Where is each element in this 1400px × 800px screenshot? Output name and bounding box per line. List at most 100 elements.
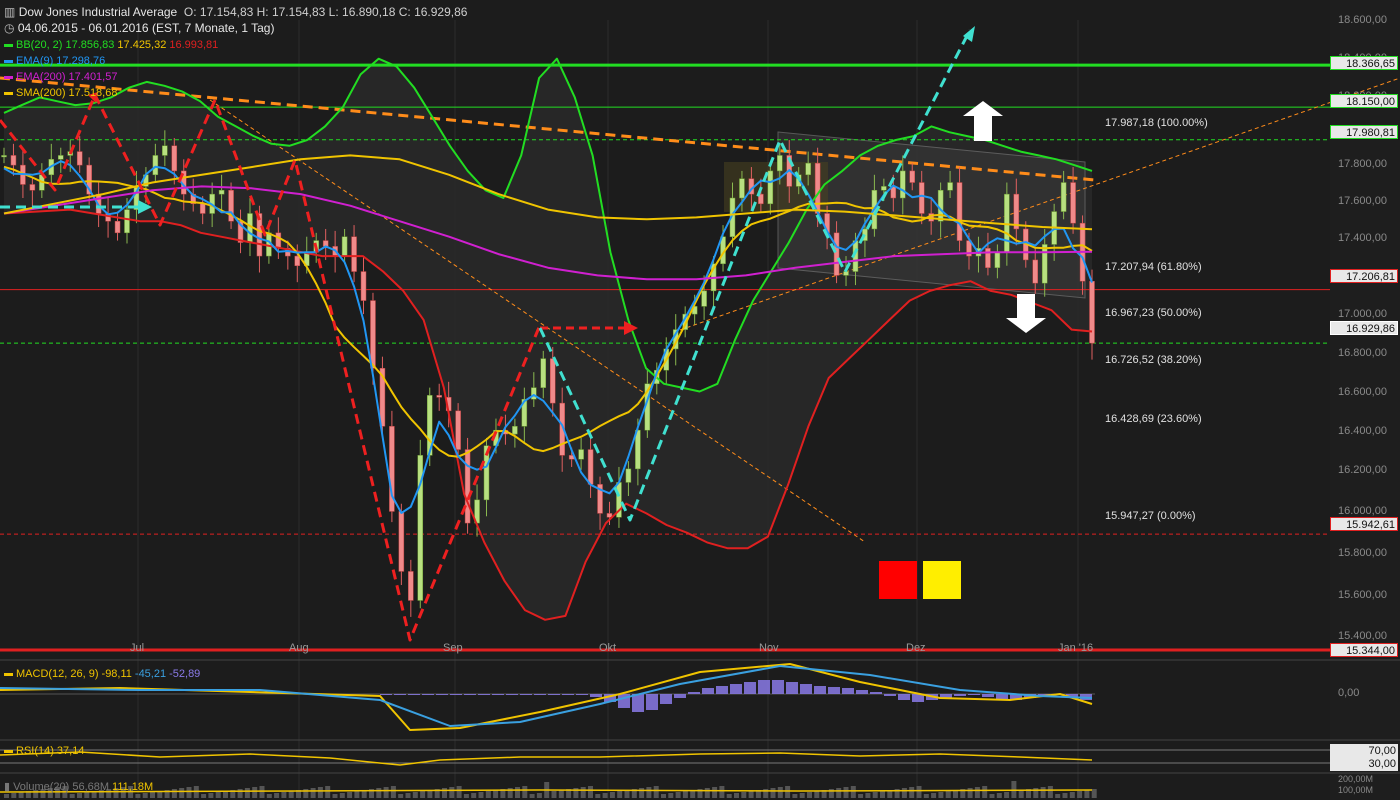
- macd-histogram-bar: [884, 694, 896, 696]
- legend-ema9[interactable]: EMA(9) 17.298,76: [4, 54, 108, 68]
- macd-value-2: -45,21: [134, 668, 167, 680]
- volume-bar: [536, 793, 542, 798]
- legend-ema200[interactable]: EMA(200) 17.401,57: [4, 70, 120, 84]
- volume-bar: [799, 793, 805, 798]
- ema200-value: 17.401,57: [68, 71, 118, 83]
- y-tick: 15.800,00: [1338, 547, 1387, 559]
- bb-mid-value: 17.425,32: [117, 39, 167, 51]
- volume-bar: [398, 794, 404, 798]
- candle-body: [1032, 259, 1038, 284]
- macd-histogram-bar: [674, 694, 686, 698]
- y-tick: 16.200,00: [1338, 464, 1387, 476]
- macd-histogram-bar: [716, 686, 728, 694]
- macd-label: MACD(12, 26, 9): [16, 668, 99, 680]
- rsi-label: RSI(14): [16, 745, 54, 757]
- candle-body: [540, 358, 547, 388]
- volume-bar: [858, 794, 864, 798]
- y-tick: 16.000,00: [1338, 505, 1387, 517]
- candle-body: [218, 190, 225, 195]
- bars-icon: ▥: [4, 5, 16, 19]
- rsi-tag-70: 70,00: [1330, 744, 1398, 758]
- y-tick: 17.600,00: [1338, 195, 1387, 207]
- volume-bar: [529, 794, 535, 798]
- candle-body: [398, 511, 405, 572]
- y-tick: 17.800,00: [1338, 158, 1387, 170]
- y-tick: 16.800,00: [1338, 347, 1387, 359]
- candle-body: [777, 155, 783, 172]
- volume-bar: [734, 793, 739, 798]
- macd-histogram-bar: [800, 684, 812, 694]
- candle-body: [114, 220, 121, 234]
- price-tag-support-3: 15.344,00: [1330, 643, 1398, 657]
- candle-body: [171, 145, 178, 172]
- candle-body: [635, 429, 641, 470]
- legend-bb[interactable]: BB(20, 2) 17.856,83 17.425,32 16.993,81: [4, 38, 221, 52]
- macd-histogram-bar: [828, 687, 840, 694]
- volume-bar: [515, 787, 520, 798]
- volume-bar: [777, 787, 783, 798]
- volume-bar: [923, 794, 929, 798]
- volume-bar: [456, 786, 462, 798]
- volume-bar: [449, 787, 455, 798]
- volume-bar: [865, 793, 871, 798]
- volume-bar: [463, 794, 469, 798]
- candle-body: [625, 468, 632, 483]
- legend-macd[interactable]: MACD(12, 26, 9) -98,11 -45,21 -52,89: [4, 667, 203, 681]
- volume-bar: [405, 793, 411, 798]
- volume-bar: [916, 786, 922, 798]
- macd-histogram-bar: [744, 682, 756, 694]
- price-tag-last: 16.929,86: [1330, 321, 1398, 335]
- macd-histogram-bar: [422, 694, 434, 695]
- candle-body: [1089, 280, 1095, 344]
- volume-bar: [617, 791, 623, 798]
- candle-body: [531, 387, 537, 400]
- ema9-value: 17.298,76: [56, 55, 106, 67]
- candle-body: [341, 236, 348, 257]
- volume-bar: [244, 788, 250, 798]
- ema200-label: EMA(200): [16, 71, 66, 83]
- candle-body: [464, 449, 471, 524]
- volume-bar: [945, 791, 951, 798]
- fib-label-100: 17.987,18 (100.00%): [1105, 117, 1208, 129]
- macd-zero-tick: 0,00: [1338, 687, 1360, 699]
- volume-bar: [354, 791, 360, 798]
- x-tick-okt: Okt: [599, 642, 617, 654]
- volume-bar: [901, 788, 907, 798]
- volume-bar: [1018, 790, 1024, 798]
- volume-bar: [982, 786, 988, 798]
- volume-bar: [522, 786, 528, 798]
- volume-bar: [814, 791, 820, 798]
- volume-bar: [266, 794, 272, 798]
- macd-histogram-bar: [562, 694, 574, 695]
- candle-body: [587, 449, 594, 485]
- legend-sma200[interactable]: SMA(200) 17.518,68: [4, 86, 120, 100]
- volume-bar: [1011, 781, 1017, 798]
- candle-body: [199, 203, 206, 214]
- volume-bar: [171, 789, 177, 798]
- volume-bar: [420, 791, 426, 798]
- y-tick: 18.600,00: [1338, 14, 1387, 26]
- candle-body: [152, 155, 159, 176]
- clock-icon: ◷: [4, 21, 15, 35]
- candle-body: [124, 209, 130, 234]
- price-tag-support-1: 17.206,81: [1330, 269, 1398, 283]
- y-tick: 16.400,00: [1338, 425, 1387, 437]
- volume-bar: [478, 792, 484, 798]
- volume-value-2: 111,18M: [112, 781, 154, 793]
- macd-histogram-bar: [954, 694, 966, 696]
- x-tick-sep: Sep: [443, 642, 463, 654]
- bb-line-icon: [4, 43, 13, 47]
- volume-bar: [383, 787, 389, 798]
- candle-body: [1013, 193, 1020, 230]
- volume-bar: [1077, 791, 1083, 798]
- macd-histogram-bar: [814, 686, 826, 694]
- legend-volume[interactable]: ▮ Volume(20) 56,68M 111,18M: [4, 780, 156, 794]
- macd-histogram-bar: [842, 688, 854, 694]
- legend-rsi[interactable]: RSI(14) 37,14: [4, 744, 87, 758]
- volume-bar: [595, 794, 601, 798]
- rsi-line-icon: [4, 749, 13, 753]
- volume-bar: [719, 786, 725, 798]
- candle-body: [767, 170, 774, 205]
- macd-histogram-bar: [982, 694, 994, 697]
- volume-bar: [390, 786, 396, 798]
